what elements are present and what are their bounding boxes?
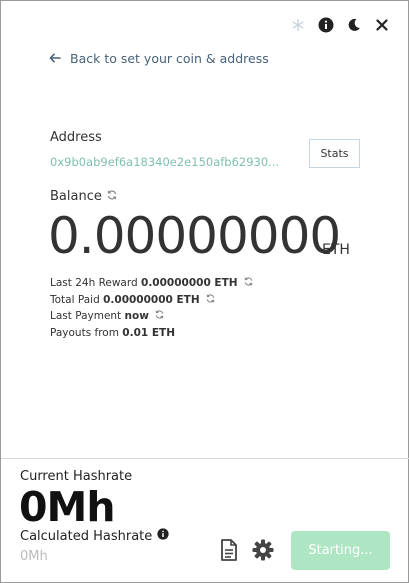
refresh-icon[interactable]: [206, 292, 215, 309]
snowflake-icon[interactable]: [290, 17, 306, 33]
calculated-hashrate-label: Calculated Hashrate: [20, 528, 169, 544]
calculated-hashrate-value: 0Mh: [20, 549, 48, 564]
address-label: Address: [50, 130, 102, 145]
info-icon[interactable]: [318, 17, 334, 33]
refresh-icon[interactable]: [155, 308, 164, 325]
current-hashrate-label: Current Hashrate: [20, 469, 133, 484]
refresh-icon[interactable]: [107, 189, 117, 204]
info-value: 0.00000000 ETH: [141, 277, 238, 289]
address-value: 0x9b0ab9ef6a18340e2e150afb62930...: [50, 155, 280, 169]
info-value: now: [124, 310, 149, 322]
arrow-left-icon: [49, 51, 61, 66]
balance-label: Balance: [50, 189, 117, 204]
info-label: Total Paid: [50, 293, 100, 306]
balance-value: 0.00000000: [48, 207, 341, 265]
gear-icon[interactable]: [252, 539, 274, 561]
moon-icon[interactable]: [346, 17, 362, 33]
info-row-last-payment: Last Payment now: [50, 308, 253, 325]
info-row-last-24h-reward: Last 24h Reward 0.00000000 ETH: [50, 275, 253, 292]
start-mining-button[interactable]: Starting...: [291, 531, 390, 570]
info-label: Last Payment: [50, 310, 122, 322]
document-icon[interactable]: [220, 539, 238, 561]
window-toolbar: [290, 17, 390, 33]
info-row-payouts-from: Payouts from 0.01 ETH: [50, 325, 253, 342]
info-value: 0.01 ETH: [122, 326, 175, 339]
app-window: Back to set your coin & address Address …: [0, 0, 409, 583]
balance-label-text: Balance: [50, 189, 102, 204]
info-label: Last 24h Reward: [50, 277, 138, 289]
info-value: 0.00000000 ETH: [103, 293, 200, 306]
refresh-icon[interactable]: [244, 275, 253, 292]
back-link-label: Back to set your coin & address: [70, 51, 269, 66]
section-divider: [1, 458, 409, 459]
current-hashrate-value: 0Mh: [19, 483, 116, 531]
payout-info: Last 24h Reward 0.00000000 ETH Total Pai…: [50, 275, 253, 341]
info-row-total-paid: Total Paid 0.00000000 ETH: [50, 292, 253, 309]
back-link[interactable]: Back to set your coin & address: [49, 51, 269, 66]
info-icon[interactable]: [157, 528, 169, 544]
info-label: Payouts from: [50, 326, 119, 339]
balance-unit: ETH: [322, 242, 350, 258]
close-icon[interactable]: [374, 17, 390, 33]
calculated-hashrate-label-text: Calculated Hashrate: [20, 528, 153, 544]
stats-button[interactable]: Stats: [309, 139, 360, 168]
